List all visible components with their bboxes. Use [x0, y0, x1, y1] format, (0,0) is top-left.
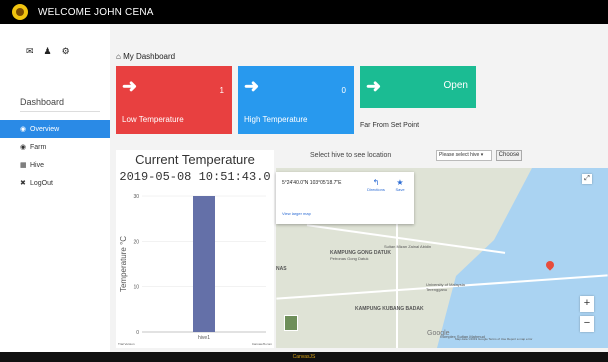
sidebar-item-label: LogOut	[30, 179, 53, 187]
map-label-university: University of Malaysia Terengganu	[426, 282, 465, 292]
low-temperature-card[interactable]: ➜ 1 Low Temperature	[116, 66, 232, 134]
sidebar-title: Dashboard	[20, 97, 65, 107]
overview-icon: ◉	[20, 126, 27, 133]
y-tick-label: 10	[133, 285, 139, 291]
sidebar-item-overview[interactable]: ◉ Overview	[0, 120, 110, 138]
page-footer: CanvasJS	[0, 352, 608, 362]
user-icon[interactable]: ♟	[44, 46, 52, 57]
y-tick-label: 20	[133, 239, 139, 245]
view-larger-map-link[interactable]: View larger map	[282, 211, 311, 216]
save-label: Save	[395, 187, 405, 192]
mail-icon[interactable]: ✉	[26, 46, 34, 57]
logout-icon: ✖	[20, 180, 26, 187]
sidebar-divider	[20, 111, 100, 112]
directions-label: Directions	[367, 187, 385, 192]
high-temperature-count: 0	[341, 86, 346, 95]
arrow-right-icon: ➜	[122, 76, 138, 96]
sidebar-item-label: Overview	[30, 125, 60, 133]
chart-svg: Temperature °C 0 10 20 30 hive1	[119, 194, 266, 341]
google-logo: Google	[427, 330, 450, 337]
directions-icon: ↰	[372, 178, 380, 187]
save-button[interactable]: ★ Save	[390, 178, 410, 192]
map-label-petronas: Petronas Gong Datuk	[330, 256, 369, 261]
zoom-in-button[interactable]: +	[580, 296, 594, 312]
sidebar-item-label: Hive	[30, 161, 45, 169]
map-label-kampung-kubang-badak: KAMPUNG KUBANG BADAK	[355, 306, 424, 312]
hive-select[interactable]: Please select hive ▾	[436, 150, 492, 161]
far-status-text: Open	[443, 80, 468, 91]
top-bar: WELCOME JOHN CENA	[0, 0, 608, 24]
temperature-chart: Current Temperature 2019-05-08 10:51:43.…	[116, 150, 274, 348]
sidebar-icon-row: ✉ ♟ ⚙	[0, 24, 110, 57]
map-prompt: Select hive to see location	[310, 152, 392, 159]
footer-text: CanvasJS	[292, 354, 316, 360]
map-label-nas: NAS	[276, 266, 287, 272]
arrow-right-icon: ➜	[366, 76, 382, 96]
chart-bar-hive1[interactable]	[193, 196, 215, 332]
settings-icon[interactable]: ⚙	[62, 46, 70, 57]
hive-icon: ▦	[20, 162, 27, 169]
bee-logo-icon	[12, 4, 28, 20]
far-from-set-point-card[interactable]: ➜ Open	[360, 66, 476, 108]
high-temperature-label: High Temperature	[244, 115, 308, 124]
directions-button[interactable]: ↰ Directions	[366, 178, 386, 192]
page-title-text: My Dashboard	[123, 52, 176, 61]
map-footer-text[interactable]: Map data ©2019 Google Terms of Use Repor…	[455, 337, 532, 341]
low-temperature-count: 1	[219, 86, 224, 95]
choose-button[interactable]: Choose	[496, 150, 522, 161]
star-icon: ★	[396, 178, 404, 187]
sidebar-item-farm[interactable]: ◉ Farm	[0, 138, 110, 156]
page-title: ⌂ My Dashboard	[116, 52, 175, 61]
popup-coordinates: 5°24'40.0"N 103°05'18.7"E	[282, 180, 342, 186]
far-from-set-point-label: Far From Set Point	[360, 122, 420, 129]
sidebar-item-hive[interactable]: ▦ Hive	[0, 156, 110, 174]
x-tick-label: hive1	[198, 335, 210, 341]
high-temperature-card[interactable]: ➜ 0 High Temperature	[238, 66, 354, 134]
sidebar-item-logout[interactable]: ✖ LogOut	[0, 174, 110, 192]
y-tick-label: 30	[133, 194, 139, 200]
fullscreen-icon[interactable]: ⤢	[582, 174, 592, 184]
map-satellite-thumbnail[interactable]	[284, 315, 298, 331]
welcome-text: WELCOME JOHN CENA	[38, 6, 154, 18]
y-axis-label: Temperature °C	[119, 236, 128, 292]
map-info-popup: 5°24'40.0"N 103°05'18.7"E ↰ Directions ★ S…	[276, 172, 414, 224]
dashboard-icon: ⌂	[116, 52, 124, 61]
sidebar-item-label: Farm	[30, 143, 47, 151]
farm-icon: ◉	[20, 144, 27, 151]
y-tick-label: 0	[136, 330, 139, 336]
map-label-sultan: Sultan Mizan Zainal Abidin	[384, 244, 432, 249]
low-temperature-label: Low Temperature	[122, 115, 184, 124]
sidebar: ✉ ♟ ⚙ Dashboard ◉ Overview ◉ Farm ▦ Hive…	[0, 24, 110, 352]
chart-footer-left: Trial Version	[118, 342, 135, 346]
zoom-out-button[interactable]: −	[580, 316, 594, 332]
chart-footer-right: CanvasJS.com	[251, 342, 272, 346]
arrow-right-icon: ➜	[244, 76, 260, 96]
